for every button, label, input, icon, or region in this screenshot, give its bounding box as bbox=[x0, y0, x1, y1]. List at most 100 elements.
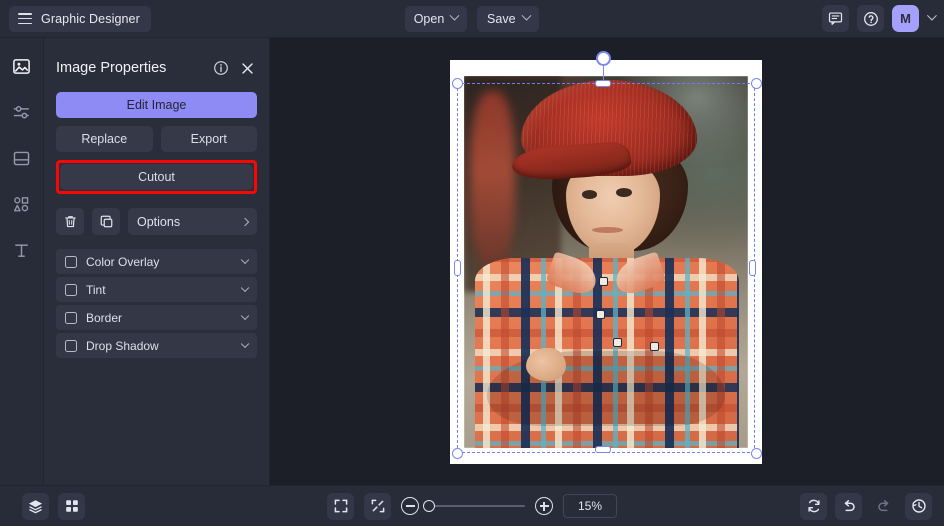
sidebar-item-adjustments[interactable] bbox=[8, 98, 36, 126]
effect-row-drop-shadow[interactable]: Drop Shadow bbox=[56, 333, 257, 358]
effect-row-tint[interactable]: Tint bbox=[56, 277, 257, 302]
shapes-icon bbox=[12, 195, 31, 214]
effect-row-border[interactable]: Border bbox=[56, 305, 257, 330]
effect-checkbox[interactable] bbox=[65, 340, 77, 352]
save-button[interactable]: Save bbox=[477, 6, 539, 32]
sliders-icon bbox=[12, 103, 31, 122]
chevron-down-icon[interactable] bbox=[241, 255, 249, 263]
zoom-in-icon[interactable] bbox=[535, 497, 553, 515]
effect-row-color-overlay[interactable]: Color Overlay bbox=[56, 249, 257, 274]
refresh-button[interactable] bbox=[800, 493, 827, 520]
rotate-handle-icon[interactable] bbox=[596, 51, 611, 66]
effect-checkbox[interactable] bbox=[65, 284, 77, 296]
zoom-level-value[interactable]: 15% bbox=[563, 494, 617, 518]
chevron-down-icon[interactable] bbox=[241, 283, 249, 291]
close-panel-button[interactable] bbox=[237, 58, 257, 78]
photo-content bbox=[464, 76, 748, 448]
resize-handle-top-left[interactable] bbox=[452, 78, 463, 89]
options-button[interactable]: Options bbox=[128, 208, 257, 235]
resize-handle-right[interactable] bbox=[749, 260, 756, 276]
chevron-down-icon[interactable] bbox=[241, 339, 249, 347]
photo-hand bbox=[526, 348, 566, 381]
app-title: Graphic Designer bbox=[41, 12, 140, 26]
top-bar: Graphic Designer Open Save bbox=[0, 0, 944, 38]
fit-to-screen-icon bbox=[333, 498, 349, 514]
avatar-initial: M bbox=[900, 11, 911, 26]
info-button[interactable] bbox=[211, 58, 231, 78]
image-icon bbox=[12, 57, 31, 76]
grid-button[interactable] bbox=[58, 493, 85, 520]
photo-crossed-arms bbox=[487, 351, 726, 425]
layout-frame-icon bbox=[12, 149, 31, 168]
chevron-down-icon[interactable] bbox=[241, 311, 249, 319]
resize-handle-top[interactable] bbox=[595, 80, 611, 87]
save-label: Save bbox=[487, 12, 516, 26]
app-menu-button[interactable]: Graphic Designer bbox=[9, 6, 151, 32]
selected-image-object[interactable] bbox=[450, 60, 762, 464]
effect-checkbox[interactable] bbox=[65, 312, 77, 324]
help-button[interactable] bbox=[857, 5, 884, 32]
zoom-fit-button[interactable] bbox=[364, 493, 391, 520]
trash-icon bbox=[63, 214, 78, 229]
undo-icon bbox=[841, 498, 857, 514]
zoom-slider[interactable] bbox=[429, 505, 525, 507]
comment-button[interactable] bbox=[822, 5, 849, 32]
resize-handle-left[interactable] bbox=[454, 260, 461, 276]
photo-shirt-button bbox=[596, 310, 605, 319]
zoom-out-icon[interactable] bbox=[401, 497, 419, 515]
sidebar-item-text[interactable] bbox=[8, 236, 36, 264]
sidebar-item-shapes[interactable] bbox=[8, 190, 36, 218]
chevron-right-icon bbox=[241, 217, 249, 225]
resize-handle-bottom[interactable] bbox=[595, 446, 611, 453]
duplicate-button[interactable] bbox=[92, 208, 120, 235]
replace-button[interactable]: Replace bbox=[56, 126, 153, 152]
export-button[interactable]: Export bbox=[161, 126, 258, 152]
undo-button[interactable] bbox=[835, 493, 862, 520]
close-x-icon bbox=[240, 61, 255, 76]
resize-handle-top-right[interactable] bbox=[751, 78, 762, 89]
layers-icon bbox=[27, 498, 44, 515]
zoom-slider-handle[interactable] bbox=[423, 500, 435, 512]
grid-icon bbox=[64, 498, 80, 514]
edit-image-button[interactable]: Edit Image bbox=[56, 92, 257, 118]
comment-icon bbox=[828, 11, 843, 26]
info-circle-icon bbox=[213, 60, 229, 76]
help-circle-icon bbox=[863, 11, 879, 27]
avatar[interactable]: M bbox=[892, 5, 919, 32]
photo-shirt-button bbox=[650, 342, 659, 351]
fit-to-screen-button[interactable] bbox=[327, 493, 354, 520]
cutout-highlight-box: Cutout bbox=[56, 160, 257, 194]
effect-checkbox[interactable] bbox=[65, 256, 77, 268]
effect-label: Drop Shadow bbox=[86, 339, 233, 353]
resize-handle-bottom-right[interactable] bbox=[751, 448, 762, 459]
page-title: Image Properties bbox=[56, 60, 205, 76]
replace-export-row: Replace Export bbox=[56, 126, 257, 152]
resize-handle-bottom-left[interactable] bbox=[452, 448, 463, 459]
open-label: Open bbox=[414, 12, 445, 26]
refresh-icon bbox=[806, 498, 822, 514]
open-button[interactable]: Open bbox=[405, 6, 468, 32]
cutout-button[interactable]: Cutout bbox=[60, 164, 253, 190]
bottom-bar: 15% bbox=[0, 485, 944, 526]
text-type-icon bbox=[12, 241, 31, 260]
sidebar-item-image[interactable] bbox=[8, 52, 36, 80]
redo-button[interactable] bbox=[870, 493, 897, 520]
left-tool-rail bbox=[0, 38, 44, 485]
photo-shirt-button bbox=[613, 338, 622, 347]
history-button[interactable] bbox=[905, 493, 932, 520]
zoom-fit-icon bbox=[370, 498, 386, 514]
sidebar-item-layout[interactable] bbox=[8, 144, 36, 172]
chevron-down-icon[interactable] bbox=[927, 11, 937, 21]
photo-mouth bbox=[592, 227, 623, 233]
panel-header: Image Properties bbox=[56, 48, 257, 88]
top-bar-right-group: M bbox=[822, 5, 934, 32]
layers-button[interactable] bbox=[22, 493, 49, 520]
bottom-left-group bbox=[22, 493, 85, 520]
photo-eye-right bbox=[616, 188, 632, 197]
photo-shirt-button bbox=[599, 277, 608, 286]
delete-button[interactable] bbox=[56, 208, 84, 235]
chevron-down-icon bbox=[450, 11, 460, 21]
canvas-area[interactable] bbox=[270, 38, 944, 485]
object-tools-row: Options bbox=[56, 208, 257, 235]
app-root: Graphic Designer Open Save bbox=[0, 0, 944, 526]
